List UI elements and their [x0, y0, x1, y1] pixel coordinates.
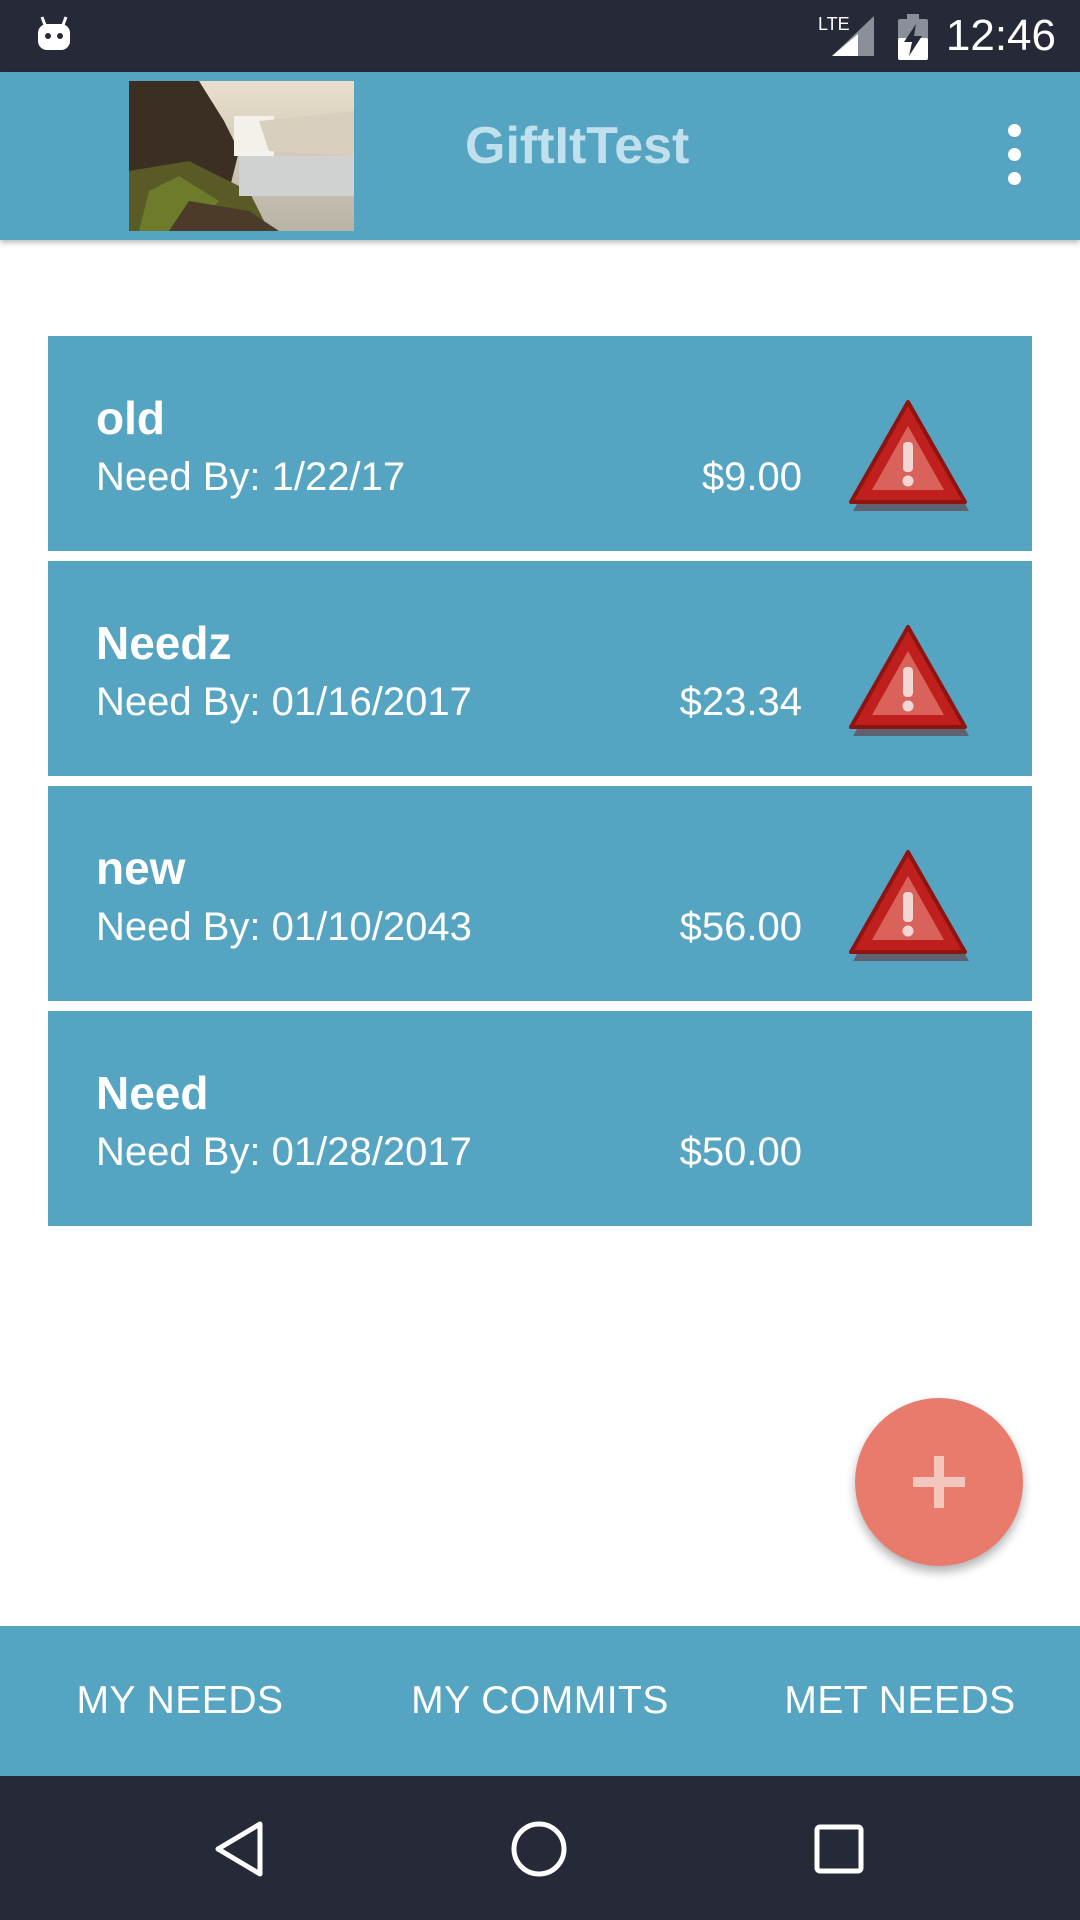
battery-charging-icon: [898, 14, 928, 60]
need-card[interactable]: old Need By: 1/22/17 $9.00: [48, 336, 1032, 551]
tab-my-needs[interactable]: MY NEEDS: [0, 1626, 360, 1776]
need-title: Needz: [96, 617, 232, 669]
need-title: new: [96, 842, 186, 894]
lte-signal-icon: LTE: [818, 14, 874, 56]
back-icon[interactable]: [210, 1818, 272, 1880]
svg-text:LTE: LTE: [818, 14, 850, 34]
menu-dot: [1007, 124, 1021, 137]
need-amount: $50.00: [679, 1130, 802, 1174]
bottom-tabs: MY NEEDS MY COMMITS MET NEEDS: [0, 1626, 1080, 1776]
need-by-date: Need By: 1/22/17: [96, 455, 406, 499]
header-image: [129, 81, 354, 231]
need-by-date: Need By: 01/28/2017: [96, 1130, 472, 1174]
need-by-date: Need By: 01/16/2017: [96, 680, 472, 724]
warning-icon: [849, 850, 969, 961]
need-amount: $23.34: [679, 680, 802, 724]
more-vert-icon[interactable]: [995, 124, 1033, 188]
warning-icon: [849, 400, 969, 511]
need-by-date: Need By: 01/10/2043: [96, 905, 472, 949]
need-card[interactable]: Need Need By: 01/28/2017 $50.00: [48, 1011, 1032, 1226]
need-title: old: [96, 392, 165, 444]
app-bar: GiftItTest: [0, 72, 1080, 240]
recents-icon[interactable]: [808, 1818, 870, 1880]
menu-dot: [1007, 172, 1021, 185]
plus-icon: [913, 1456, 965, 1508]
menu-dot: [1007, 148, 1021, 161]
tab-met-needs[interactable]: MET NEEDS: [720, 1626, 1080, 1776]
status-clock: 12:46: [945, 11, 1056, 60]
warning-icon: [849, 625, 969, 736]
android-icon: [38, 16, 70, 50]
need-amount: $56.00: [679, 905, 802, 949]
status-bar: LTE 12:46: [0, 0, 1080, 72]
tab-my-commits[interactable]: MY COMMITS: [360, 1626, 720, 1776]
need-title: Need: [96, 1067, 209, 1119]
system-nav-bar: [0, 1776, 1080, 1920]
need-amount: $9.00: [701, 455, 802, 499]
home-icon[interactable]: [508, 1818, 570, 1880]
app-title: GiftItTest: [465, 117, 690, 175]
need-card[interactable]: Needz Need By: 01/16/2017 $23.34: [48, 561, 1032, 776]
need-card[interactable]: new Need By: 01/10/2043 $56.00: [48, 786, 1032, 1001]
add-need-button[interactable]: [855, 1398, 1023, 1566]
needs-list: old Need By: 1/22/17 $9.00 Needz Need By…: [48, 336, 1032, 1236]
